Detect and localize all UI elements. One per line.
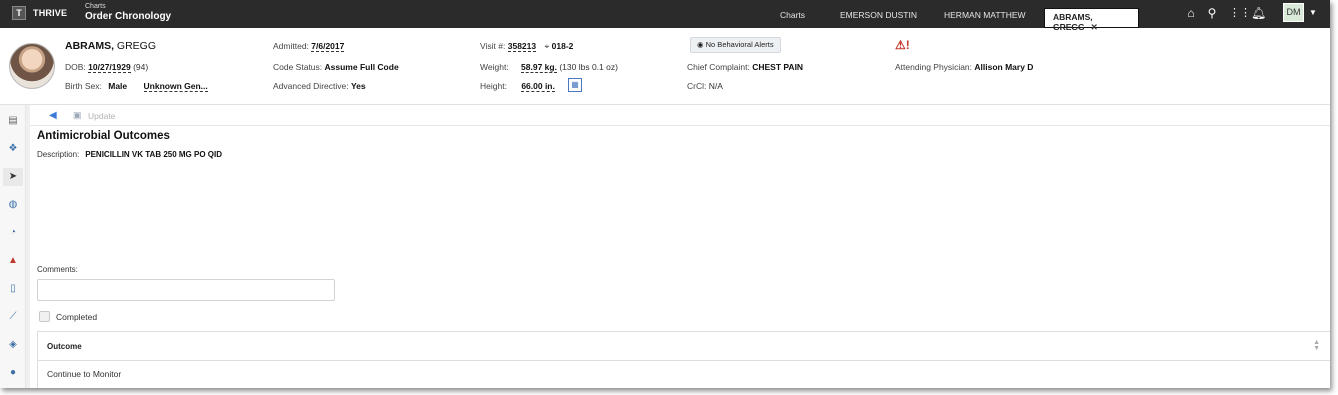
action-toolbar: ◀ ▣ Update [30, 105, 1330, 126]
completed-label[interactable]: Completed [56, 312, 97, 322]
user-avatar[interactable]: DM [1283, 3, 1304, 22]
grid-header: Outcome ▲ ▼ [38, 332, 1330, 361]
patient-first-name: GREGG [116, 40, 157, 52]
search-icon[interactable]: ⚲ [1205, 6, 1219, 20]
gender-value[interactable]: Unknown Gen... [143, 81, 208, 92]
comments-label: Comments: [37, 265, 78, 274]
left-icon-rail: ▤ ❖ ➤ ◍ ◔ ▲ ▯ ⟋ ◈ ● [0, 105, 26, 388]
injection-icon[interactable]: ⟋ [7, 311, 19, 323]
pointer-select-icon[interactable]: ➤ [3, 168, 23, 186]
code-status-field: Code Status: Assume Full Code [273, 62, 399, 72]
chevron-down-icon[interactable]: ▼ [1309, 8, 1317, 17]
advanced-directive-field: Advanced Directive: Yes [273, 81, 366, 91]
patient-banner: ABRAMS, GREGG DOB: 10/27/1929 (94) Birth… [0, 28, 1330, 105]
app-name: THRIVE [33, 8, 68, 18]
document-icon[interactable]: ▯ [7, 283, 19, 295]
attending-physician-field: Attending Physician: Allison Mary D [895, 62, 1034, 72]
save-icon: ▣ [73, 110, 82, 120]
behavioral-alerts-button[interactable]: ◉ No Behavioral Alerts [690, 37, 781, 53]
back-arrow-icon[interactable]: ◀ [49, 110, 57, 121]
bell-icon[interactable]: 🔔︎ [1251, 6, 1266, 20]
tab-herman-matthew[interactable]: HERMAN MATTHEW [944, 10, 1026, 20]
patient-name: ABRAMS, GREGG [65, 40, 156, 52]
description-value: PENICILLIN VK TAB 250 MG PO QID [85, 150, 223, 159]
completed-checkbox[interactable] [39, 311, 50, 322]
home-icon[interactable]: ⌂ [1184, 6, 1198, 20]
sort-icon[interactable]: ▲ ▼ [1313, 339, 1320, 352]
clipboard-icon[interactable]: ◈ [7, 339, 19, 351]
allergy-warning-icon[interactable]: ⚠! [895, 38, 912, 52]
weight-field: Weight: 58.97 kg. (130 lbs 0.1 oz) [480, 62, 618, 73]
medication-icon[interactable]: ❖ [7, 143, 19, 155]
tab-abrams-gregg[interactable]: ABRAMS, GREGG ✕ [1044, 8, 1139, 32]
chart-review-icon[interactable]: ◍ [7, 199, 19, 211]
table-row[interactable]: Continue to Monitor [47, 369, 121, 379]
app-window: T THRIVE Charts Order Chronology Charts … [0, 0, 1330, 388]
top-navigation-bar: T THRIVE Charts Order Chronology Charts … [0, 0, 1330, 32]
section-title: Antimicrobial Outcomes [37, 130, 170, 142]
alert-pin-icon: ◉ [697, 40, 704, 49]
column-header-outcome[interactable]: Outcome [47, 342, 82, 351]
height-field: Height: 66.00 in. [480, 81, 555, 92]
orders-icon[interactable]: ◔ [7, 227, 19, 239]
dob-field: DOB: 10/27/1929 (94) [65, 62, 149, 73]
admitted-field: Admitted: 7/6/2017 [273, 41, 345, 52]
crcl-field: CrCl: N/A [687, 81, 723, 91]
breadcrumb-parent[interactable]: Charts [85, 3, 106, 10]
patient-photo [9, 43, 55, 89]
outcome-grid: Outcome ▲ ▼ Continue to Monitor [37, 331, 1330, 388]
rail-divider [26, 105, 30, 388]
apps-grid-icon[interactable]: ⋮⋮ [1229, 6, 1251, 20]
patient-last-name: ABRAMS, [65, 40, 114, 52]
location-pin-icon: ⌖ [544, 41, 550, 51]
birth-sex-field: Birth Sex: Male Unknown Gen... [65, 81, 208, 92]
tab-emerson-dustin[interactable]: EMERSON DUSTIN [840, 10, 917, 20]
list-view-icon[interactable]: ▤ [7, 115, 19, 127]
visit-field: Visit #: 358213 ⌖ 018-2 [480, 41, 574, 52]
update-button[interactable]: Update [88, 111, 115, 121]
description-field: Description: PENICILLIN VK TAB 250 MG PO … [37, 150, 223, 159]
drop-icon[interactable]: ● [7, 367, 19, 379]
comments-input[interactable] [37, 279, 335, 301]
calendar-icon[interactable]: ▦ [568, 78, 582, 92]
graph-icon[interactable]: ▲ [7, 255, 19, 267]
tab-charts[interactable]: Charts [780, 10, 805, 20]
thrive-logo-icon: T [12, 6, 26, 20]
chief-complaint-field: Chief Complaint: CHEST PAIN [687, 62, 804, 72]
page-title: Order Chronology [85, 11, 172, 22]
